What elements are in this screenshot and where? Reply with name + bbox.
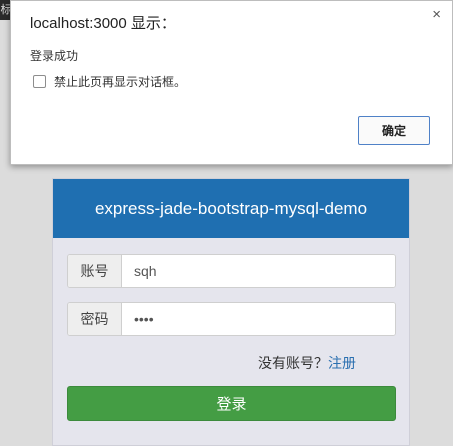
password-label: 密码 [68,303,122,335]
suppress-dialogs-label[interactable]: 禁止此页再显示对话框。 [54,73,186,90]
password-input[interactable] [122,303,395,335]
register-link[interactable]: 注册 [328,355,356,371]
login-button[interactable]: 登录 [67,386,396,421]
username-label: 账号 [68,255,122,287]
panel-header: express-jade-bootstrap-mysql-demo [53,179,409,238]
ok-button[interactable]: 确定 [358,116,430,145]
dialog-title: localhost:3000 显示： [30,15,176,32]
register-row: 没有账号？注册 [258,353,356,373]
suppress-dialogs-checkbox[interactable] [33,75,46,88]
alert-dialog: localhost:3000 显示： × 登录成功 禁止此页再显示对话框。 确定 [10,0,453,165]
page: 标 express-jade-bootstrap-mysql-demo 账号 密… [0,0,453,446]
close-icon[interactable]: × [432,7,441,23]
login-panel: express-jade-bootstrap-mysql-demo 账号 密码 … [52,178,410,446]
register-prompt: 没有账号？ [258,355,328,371]
suppress-dialogs-row: 禁止此页再显示对话框。 [33,73,186,90]
username-input[interactable] [122,255,395,287]
username-input-group: 账号 [67,254,396,288]
panel-title: express-jade-bootstrap-mysql-demo [94,198,368,218]
dialog-message: 登录成功 [30,49,79,63]
password-input-group: 密码 [67,302,396,336]
